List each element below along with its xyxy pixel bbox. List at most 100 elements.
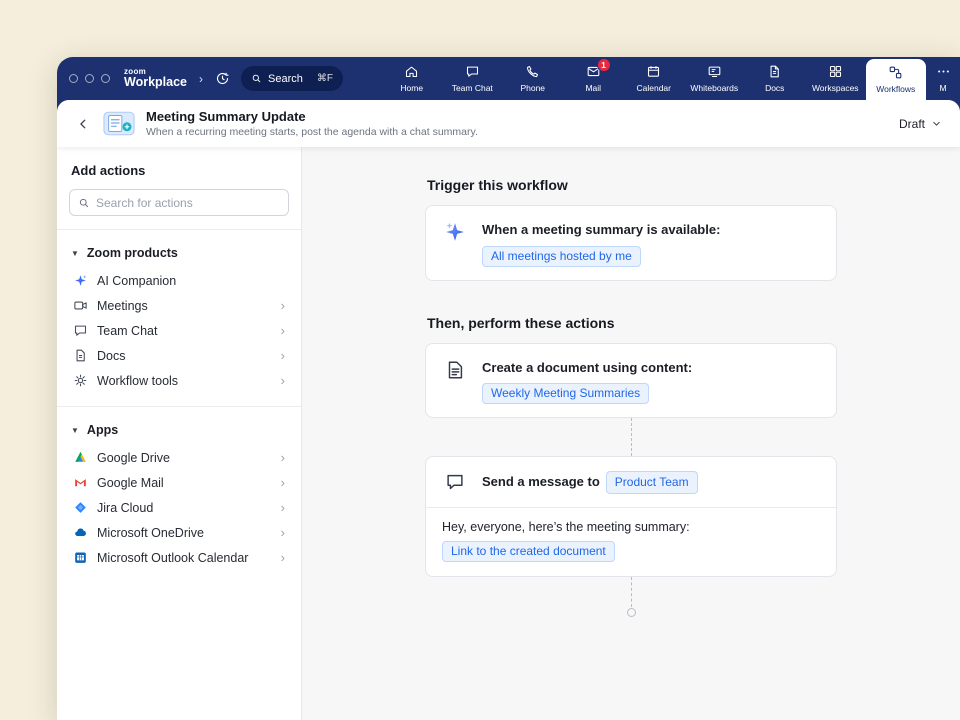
trigger-card[interactable]: When a meeting summary is available: All… xyxy=(425,205,837,281)
nav-label: Phone xyxy=(520,83,545,93)
sidebar-item-label: AI Companion xyxy=(97,274,176,288)
sidebar-item-label: Team Chat xyxy=(97,324,157,338)
sidebar-item-workflow-tools[interactable]: Workflow tools › xyxy=(69,368,289,393)
search-input[interactable] xyxy=(96,196,280,210)
nav-mail[interactable]: Mail 1 xyxy=(563,57,624,100)
onedrive-icon xyxy=(73,525,88,540)
sidebar-item-label: Meetings xyxy=(97,299,148,313)
sidebar-item-team-chat[interactable]: Team Chat › xyxy=(69,318,289,343)
sidebar-item-google-drive[interactable]: Google Drive › xyxy=(69,445,289,470)
primary-nav: Home Team Chat Phone Mail 1 Calendar xyxy=(382,57,960,100)
chevron-down-icon xyxy=(931,118,942,129)
nav-label: Home xyxy=(400,83,423,93)
nav-whiteboards[interactable]: Whiteboards xyxy=(684,57,745,100)
app-window: zoom Workplace › Search ⌘F Home xyxy=(57,57,960,720)
chevron-right-icon: › xyxy=(281,299,285,312)
nav-team-chat[interactable]: Team Chat xyxy=(442,57,503,100)
docs-icon xyxy=(767,64,782,79)
jira-icon xyxy=(73,500,88,515)
section-apps[interactable]: ▼ Apps xyxy=(69,420,289,440)
nav-label: Calendar xyxy=(637,83,672,93)
nav-label: Whiteboards xyxy=(690,83,738,93)
section-label: Zoom products xyxy=(87,246,178,260)
window-close-button[interactable] xyxy=(69,74,78,83)
topbar-left: zoom Workplace › Search ⌘F xyxy=(69,57,343,100)
calendar-icon xyxy=(646,64,661,79)
chevron-right-icon: › xyxy=(281,501,285,514)
window-zoom-button[interactable] xyxy=(101,74,110,83)
section-label: Apps xyxy=(87,423,118,437)
history-button[interactable] xyxy=(212,69,232,89)
ai-sparkle-icon xyxy=(442,219,468,245)
nav-label: Team Chat xyxy=(452,83,493,93)
workflow-canvas: Trigger this workflow When a meeting sum… xyxy=(302,147,960,720)
search-icon xyxy=(251,73,262,84)
meetings-icon xyxy=(73,298,88,313)
nav-more-partial[interactable]: M xyxy=(926,57,960,100)
sidebar-item-ai-companion[interactable]: AI Companion xyxy=(69,268,289,293)
trigger-text: When a meeting summary is available: xyxy=(482,219,720,239)
search-icon xyxy=(78,197,90,209)
home-icon xyxy=(404,64,419,79)
status-dropdown[interactable]: Draft xyxy=(899,117,942,131)
sidebar-title: Add actions xyxy=(71,163,289,178)
more-dots-icon xyxy=(936,64,951,79)
message-body-text: Hey, everyone, here’s the meeting summar… xyxy=(442,520,820,534)
actions-search-box[interactable] xyxy=(69,189,289,216)
nav-docs[interactable]: Docs xyxy=(745,57,806,100)
back-button[interactable] xyxy=(71,112,95,136)
create-document-text: Create a document using content: xyxy=(482,357,692,377)
window-minimize-button[interactable] xyxy=(85,74,94,83)
sidebar-item-docs[interactable]: Docs › xyxy=(69,343,289,368)
brand-logo: zoom Workplace xyxy=(124,68,187,90)
nav-workspaces[interactable]: Workspaces xyxy=(805,57,866,100)
add-step-node[interactable] xyxy=(627,608,636,617)
document-content-chip[interactable]: Weekly Meeting Summaries xyxy=(482,383,649,404)
sidebar-item-microsoft-outlook-calendar[interactable]: Microsoft Outlook Calendar › xyxy=(69,545,289,570)
brand-workplace: Workplace xyxy=(124,76,187,89)
sidebar-item-label: Microsoft OneDrive xyxy=(97,526,204,540)
chevron-right-icon: › xyxy=(281,476,285,489)
send-message-label: Send a message to xyxy=(482,474,600,489)
chevron-right-icon: › xyxy=(281,374,285,387)
nav-workflows-active[interactable]: Workflows xyxy=(866,59,927,100)
chevron-right-icon: › xyxy=(281,349,285,362)
meeting-summary-illustration-icon xyxy=(103,111,135,136)
section-zoom-products[interactable]: ▼ Zoom products xyxy=(69,243,289,263)
status-badge: Draft xyxy=(899,117,925,131)
workflow-header: Meeting Summary Update When a recurring … xyxy=(57,100,960,147)
sidebar-item-label: Microsoft Outlook Calendar xyxy=(97,551,248,565)
outlook-calendar-icon xyxy=(73,550,88,565)
actions-heading: Then, perform these actions xyxy=(427,315,960,331)
page-subtitle: When a recurring meeting starts, post th… xyxy=(146,126,478,138)
send-message-card[interactable]: Send a message to Product Team Hey, every… xyxy=(425,456,837,577)
create-document-content: Create a document using content: Weekly … xyxy=(482,357,692,405)
nav-label: Mail xyxy=(585,83,601,93)
window-controls xyxy=(69,74,110,83)
sidebar-item-label: Google Drive xyxy=(97,451,170,465)
divider xyxy=(57,229,301,230)
top-navigation-bar: zoom Workplace › Search ⌘F Home xyxy=(57,57,960,100)
sidebar-item-meetings[interactable]: Meetings › xyxy=(69,293,289,318)
send-message-text: Send a message to Product Team xyxy=(482,471,698,494)
brand-chevron-icon[interactable]: › xyxy=(199,72,203,86)
history-icon xyxy=(215,71,230,86)
create-document-card[interactable]: Create a document using content: Weekly … xyxy=(425,343,837,419)
trigger-scope-chip[interactable]: All meetings hosted by me xyxy=(482,246,641,267)
document-link-chip[interactable]: Link to the created document xyxy=(442,541,615,562)
nav-label: Workspaces xyxy=(812,83,859,93)
sidebar-item-jira-cloud[interactable]: Jira Cloud › xyxy=(69,495,289,520)
sidebar-item-microsoft-onedrive[interactable]: Microsoft OneDrive › xyxy=(69,520,289,545)
gmail-icon xyxy=(73,475,88,490)
nav-calendar[interactable]: Calendar xyxy=(624,57,685,100)
nav-home[interactable]: Home xyxy=(382,57,443,100)
workspaces-icon xyxy=(828,64,843,79)
nav-phone[interactable]: Phone xyxy=(503,57,564,100)
sidebar-item-google-mail[interactable]: Google Mail › xyxy=(69,470,289,495)
search-button[interactable]: Search ⌘F xyxy=(241,66,343,91)
team-chat-icon xyxy=(465,64,480,79)
workflow-body: Add actions ▼ Zoom products AI Companion xyxy=(57,147,960,720)
chevron-left-icon xyxy=(76,117,90,131)
search-label: Search xyxy=(268,73,303,85)
recipient-chip[interactable]: Product Team xyxy=(606,471,698,494)
